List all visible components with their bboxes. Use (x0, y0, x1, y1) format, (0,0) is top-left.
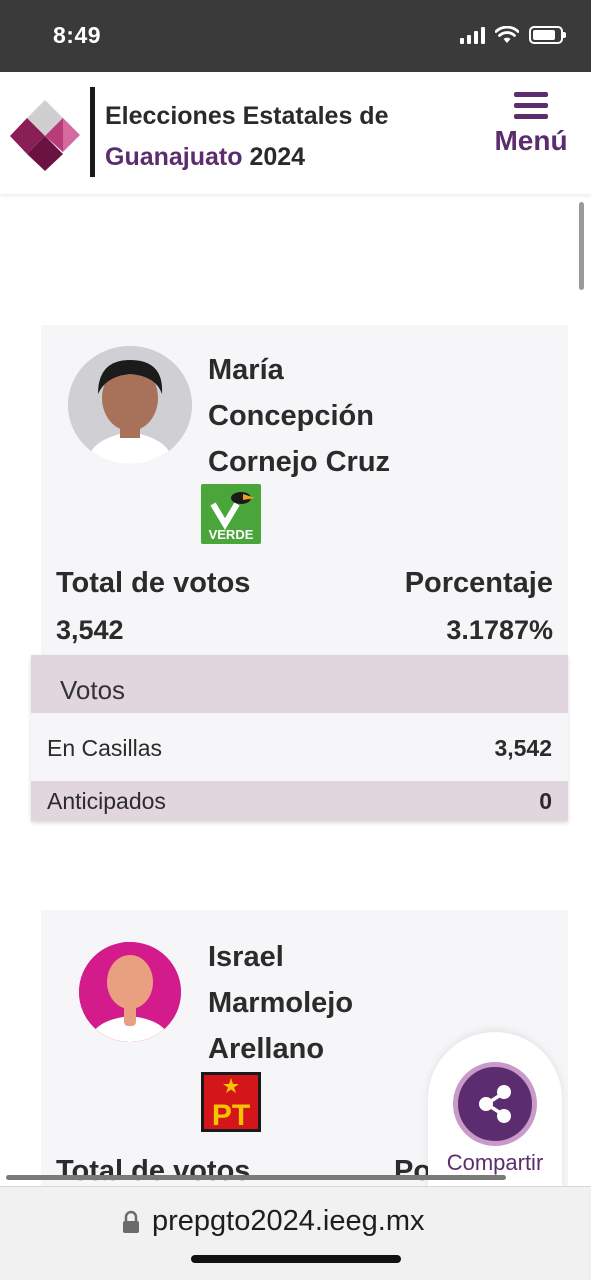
table-row: Anticipados 0 (31, 781, 568, 821)
total-votes-label: Total de votos (56, 1155, 251, 1187)
cellular-signal-icon (460, 26, 485, 44)
name-line: Concepción (208, 400, 374, 432)
home-indicator[interactable] (191, 1255, 401, 1263)
share-button[interactable]: Compartir (428, 1032, 562, 1192)
title-state: Guanajuato (105, 143, 243, 171)
share-label: Compartir (446, 1150, 544, 1175)
candidate-photo (68, 346, 192, 464)
percent-value: 3.1787% (446, 615, 553, 645)
horizontal-scrollbar[interactable] (6, 1175, 506, 1180)
name-line: Marmolejo (208, 987, 354, 1019)
battery-icon (529, 26, 566, 44)
votes-breakdown-table: Votos En Casillas 3,542 Anticipados 0 (31, 655, 568, 821)
header-divider (90, 87, 95, 177)
row-value: 3,542 (494, 735, 552, 761)
ieeg-logo[interactable] (8, 96, 83, 171)
candidate-name: María Concepción Cornejo Cruz (208, 347, 508, 485)
wifi-icon (495, 26, 519, 43)
candidate-card: María Concepción Cornejo Cruz VERDE Tota… (41, 325, 568, 655)
verde-party-logo: VERDE (201, 484, 261, 544)
page-title: Elecciones Estatales de Guanajuato 2024 (105, 96, 388, 178)
url-text: prepgto2024.ieeg.mx (152, 1205, 425, 1237)
row-value: 0 (539, 788, 552, 814)
row-label: En Casillas (47, 735, 163, 761)
url-display[interactable]: prepgto2024.ieeg.mx (122, 1205, 424, 1238)
title-year: 2024 (249, 143, 306, 171)
name-line: Cornejo Cruz (208, 446, 391, 478)
browser-address-bar[interactable]: prepgto2024.ieeg.mx (0, 1186, 591, 1280)
menu-button[interactable]: Menú (487, 88, 575, 174)
status-time: 8:49 (53, 22, 102, 48)
percent-label: Po (394, 1155, 432, 1187)
party-abbrev: VERDE (209, 527, 254, 542)
total-votes-value: 3,542 (56, 615, 124, 645)
scrollbar[interactable] (579, 202, 584, 290)
percent-label: Porcentaje (404, 567, 553, 599)
status-bar: 8:49 (0, 0, 591, 72)
party-abbrev: PT (212, 1099, 250, 1132)
share-icon-circle (453, 1062, 537, 1146)
share-icon (479, 1085, 511, 1123)
hamburger-icon (514, 92, 548, 119)
pt-party-logo: PT (201, 1072, 261, 1132)
name-line: Israel (208, 941, 284, 973)
title-line1: Elecciones Estatales de (105, 102, 389, 130)
candidate-placeholder-avatar (79, 942, 181, 1042)
status-icons (460, 26, 566, 44)
name-line: María (208, 354, 284, 386)
table-header: Votos (31, 655, 568, 713)
menu-label: Menú (494, 125, 568, 156)
table-header-label: Votos (60, 675, 126, 705)
total-votes-label: Total de votos (56, 567, 251, 599)
lock-icon (123, 1210, 139, 1233)
table-row: En Casillas 3,542 (31, 713, 568, 781)
row-label: Anticipados (47, 788, 166, 814)
